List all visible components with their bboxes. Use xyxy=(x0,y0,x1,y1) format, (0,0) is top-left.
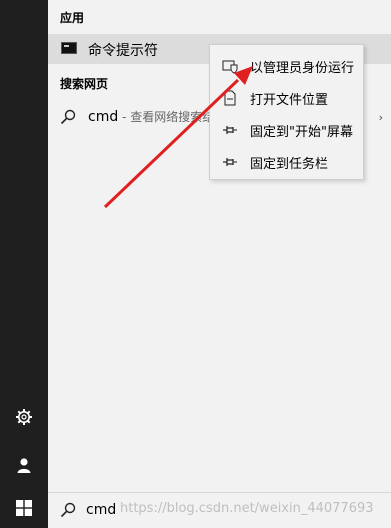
best-match-label: 命令提示符 xyxy=(88,43,158,59)
search-icon xyxy=(60,109,76,129)
open-file-location-icon xyxy=(222,90,238,106)
shield-admin-icon xyxy=(222,58,238,74)
settings-button[interactable] xyxy=(0,399,48,439)
web-search-term: cmd xyxy=(88,109,119,125)
menu-item-label: 打开文件位置 xyxy=(250,92,329,108)
menu-item-open-file-location[interactable]: 打开文件位置 xyxy=(210,83,363,113)
pin-icon xyxy=(222,154,238,170)
user-account-button[interactable] xyxy=(0,447,48,487)
windows-logo-icon xyxy=(16,500,32,520)
web-search-heading: 搜索网页 xyxy=(60,77,109,91)
menu-item-label: 固定到任务栏 xyxy=(250,156,329,172)
context-menu: 以管理员身份运行 打开文件位置 固定到"开始"屏幕 固定到任务栏 xyxy=(209,44,364,180)
web-search-separator: - xyxy=(118,110,131,124)
menu-item-run-as-admin[interactable]: 以管理员身份运行 xyxy=(210,51,363,81)
pin-icon xyxy=(222,122,238,138)
start-menu-rail xyxy=(0,0,48,528)
gear-icon xyxy=(15,408,33,430)
chevron-right-icon[interactable]: › xyxy=(379,111,383,124)
best-match-heading: 应用 xyxy=(60,11,85,25)
menu-item-label: 固定到"开始"屏幕 xyxy=(250,124,353,140)
taskbar-search-box[interactable] xyxy=(48,492,391,528)
user-icon xyxy=(15,456,33,478)
search-icon xyxy=(60,502,76,522)
cmd-terminal-icon xyxy=(61,42,77,54)
menu-item-pin-to-taskbar[interactable]: 固定到任务栏 xyxy=(210,147,363,177)
menu-item-label: 以管理员身份运行 xyxy=(250,60,355,76)
start-button[interactable] xyxy=(0,492,48,528)
web-search-text: cmd - 查看网络搜索结果 xyxy=(88,108,226,125)
menu-item-pin-to-start[interactable]: 固定到"开始"屏幕 xyxy=(210,115,363,145)
search-input[interactable] xyxy=(86,499,376,521)
